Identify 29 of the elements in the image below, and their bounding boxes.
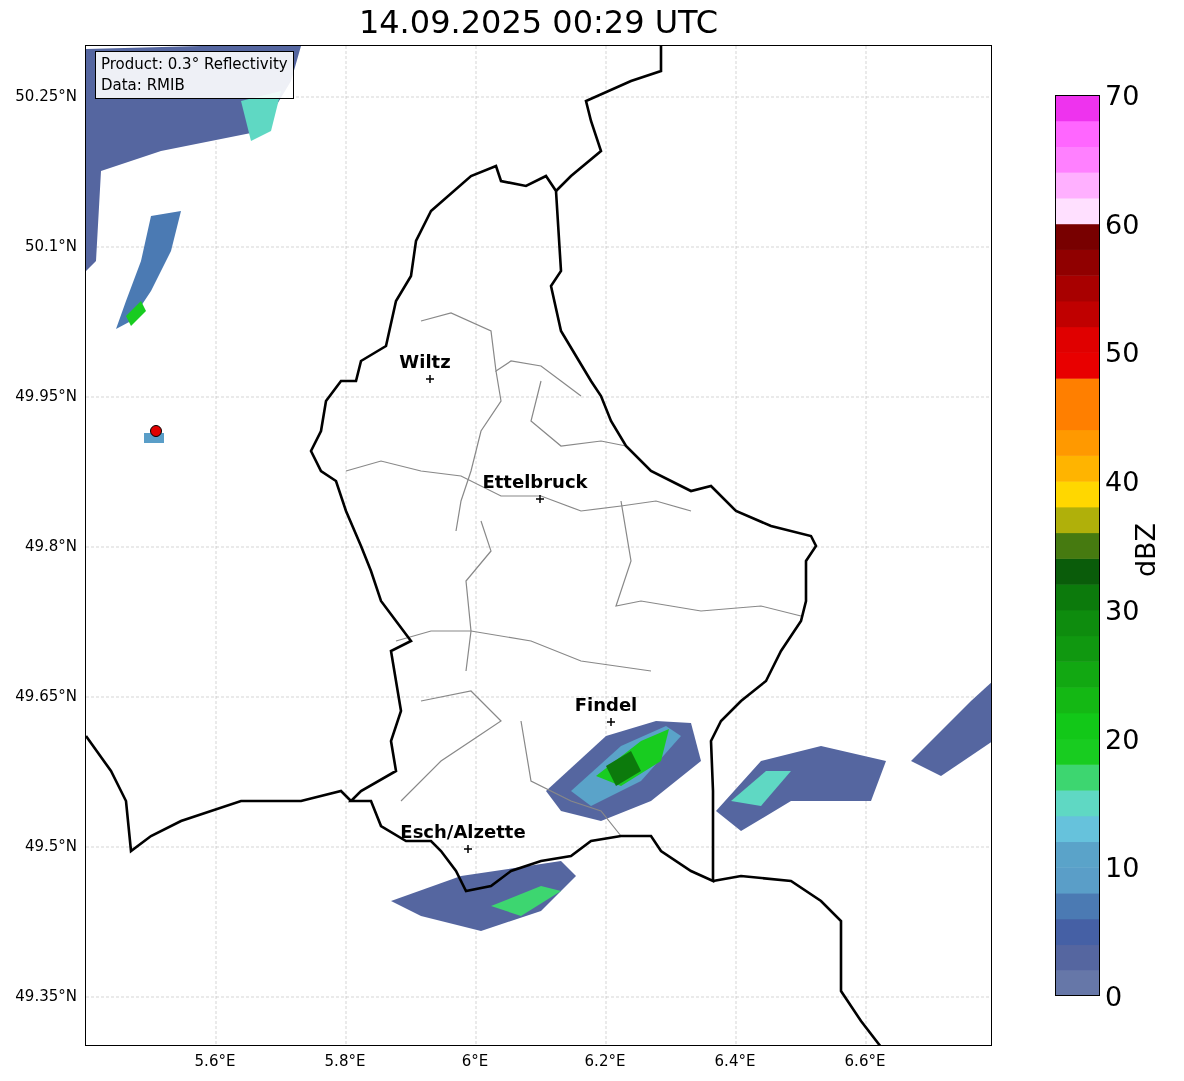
city-label: Ettelbruck xyxy=(482,471,588,492)
scale-value: 70 xyxy=(1105,79,1140,111)
longitude-label: 6°E xyxy=(461,1052,489,1070)
scale-unit-label: dBZ xyxy=(1129,522,1161,578)
chart-title: 14.09.2025 00:29 UTC xyxy=(357,2,720,43)
city-label: Wiltz xyxy=(399,351,451,372)
latitude-label: 50.25°N xyxy=(15,87,77,105)
latitude-label: 50.1°N xyxy=(24,237,77,255)
legend-text: Product: 0.3° Reflectivity xyxy=(101,54,288,75)
latitude-label: 49.95°N xyxy=(15,387,77,405)
longitude-label: 5.8°E xyxy=(324,1052,366,1070)
latitude-label: 49.65°N xyxy=(15,687,77,705)
scale-value: 40 xyxy=(1105,465,1140,497)
latitude-label: 49.5°N xyxy=(24,837,77,855)
scale-value: 30 xyxy=(1105,594,1140,626)
city-label: Findel xyxy=(574,694,638,715)
latitude-label: 49.35°N xyxy=(15,987,77,1005)
scale-value: 20 xyxy=(1105,723,1140,755)
longitude-label: 5.6°E xyxy=(194,1052,236,1070)
scale-value: 0 xyxy=(1105,980,1123,1012)
city-label: Esch/Alzette xyxy=(400,821,526,842)
scale-value: 50 xyxy=(1105,336,1140,368)
scale-value: 60 xyxy=(1105,208,1140,240)
legend-text: Data: RMIB xyxy=(101,75,186,96)
longitude-label: 6.4°E xyxy=(714,1052,756,1070)
scale-value: 10 xyxy=(1105,851,1140,883)
longitude-label: 6.2°E xyxy=(584,1052,626,1070)
latitude-label: 49.8°N xyxy=(24,537,77,555)
longitude-label: 6.6°E xyxy=(844,1052,886,1070)
